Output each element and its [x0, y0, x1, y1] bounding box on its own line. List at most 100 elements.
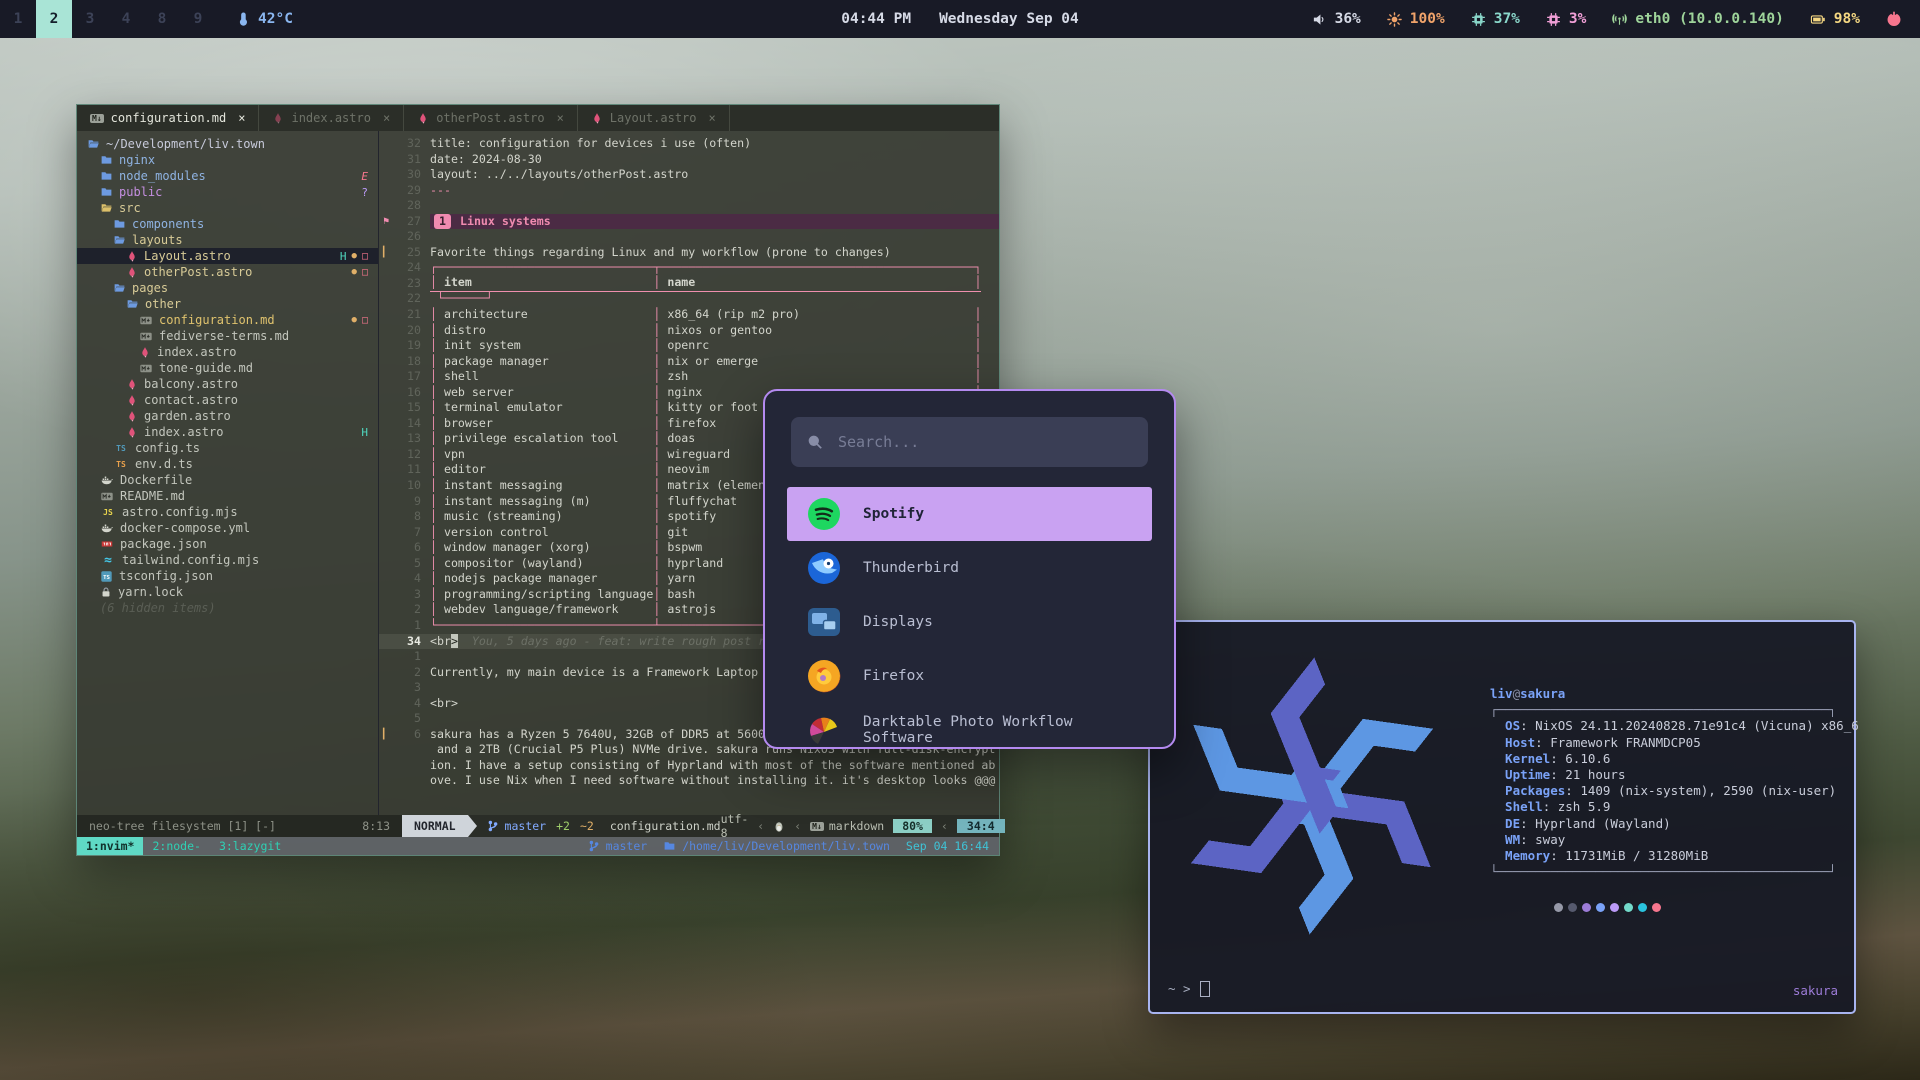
tree-item-Dockerfile[interactable]: Dockerfile [77, 472, 378, 488]
tmux-session-2:node-[interactable]: 2:node- [143, 837, 209, 855]
git-branch-icon [588, 840, 600, 852]
thermometer-icon [236, 12, 250, 27]
tree-item-other[interactable]: other [77, 296, 378, 312]
tree-item-public[interactable]: public? [77, 184, 378, 200]
close-tab-icon[interactable]: × [709, 111, 716, 125]
editor-tabline: M↓configuration.md×index.astro×otherPost… [77, 105, 999, 131]
clock[interactable]: 04:44 PM Wednesday Sep 04 [841, 11, 1079, 27]
tree-item-layouts[interactable]: layouts [77, 232, 378, 248]
tree-item-label: tone-guide.md [159, 361, 253, 375]
tree-item-Layout.astro[interactable]: Layout.astro H●□ [77, 248, 378, 264]
astro-icon [139, 346, 151, 359]
launcher-item-label: Displays [863, 614, 933, 630]
tree-item-nginx[interactable]: nginx [77, 152, 378, 168]
network-widget[interactable]: eth0 (10.0.0.140) [1612, 11, 1783, 27]
close-tab-icon[interactable]: × [557, 111, 564, 125]
gpu-widget[interactable]: 3% [1546, 11, 1586, 27]
tree-item-~/Development/liv.town[interactable]: ~/Development/liv.town [77, 136, 378, 152]
temperature-widget[interactable]: 42°C [236, 11, 293, 27]
tree-item-package.json[interactable]: package.json [77, 536, 378, 552]
workspace-button-2[interactable]: 2 [36, 0, 72, 38]
tree-item-label: Layout.astro [144, 249, 231, 263]
line-number: 8 [393, 509, 430, 525]
close-tab-icon[interactable]: × [238, 111, 245, 125]
tree-item-label: tsconfig.json [119, 569, 213, 583]
tree-item-index.astro[interactable]: index.astroH [77, 424, 378, 440]
tab-label: index.astro [291, 111, 370, 125]
tree-item-node_modules[interactable]: node_modulesE [77, 168, 378, 184]
darktable-icon [807, 713, 841, 747]
lock-icon [100, 586, 112, 598]
close-tab-icon[interactable]: × [383, 111, 390, 125]
tree-item-env.d.ts[interactable]: TSenv.d.ts [77, 456, 378, 472]
tmux-sessions: 1:nvim*2:node-3:lazygit [77, 837, 290, 855]
tree-item-(6 hidden items)[interactable]: (6 hidden items) [77, 600, 378, 616]
launcher-item-Firefox[interactable]: Firefox [787, 649, 1152, 703]
info-row-Host: Host: Framework FRANMDCP05 [1490, 735, 1854, 751]
workspace-button-9[interactable]: 9 [180, 0, 216, 38]
fetch-terminal-window[interactable]: liv@sakura┌─────────────────────────────… [1148, 620, 1856, 1014]
tree-item-fediverse-terms.md[interactable]: fediverse-terms.md [77, 328, 378, 344]
tree-item-components[interactable]: components [77, 216, 378, 232]
brightness-value: 100% [1410, 11, 1445, 27]
launcher-item-Thunderbird[interactable]: Thunderbird [787, 541, 1152, 595]
tree-item-config.ts[interactable]: TSconfig.ts [77, 440, 378, 456]
status-mark-H: H [361, 426, 368, 439]
folder-icon [113, 218, 126, 230]
tmux-session-3:lazygit[interactable]: 3:lazygit [210, 837, 290, 855]
launcher-search-box[interactable] [791, 417, 1148, 467]
launcher-item-Spotify[interactable]: Spotify [787, 487, 1152, 541]
search-input[interactable] [836, 432, 1132, 452]
folder-icon [100, 170, 113, 182]
tree-item-tailwind.config.mjs[interactable]: ≈tailwind.config.mjs [77, 552, 378, 568]
tree-item-tsconfig.json[interactable]: TStsconfig.json [77, 568, 378, 584]
cpu-widget[interactable]: 37% [1471, 11, 1520, 27]
brightness-widget[interactable]: 100% [1387, 11, 1445, 27]
tab-configuration.md[interactable]: M↓configuration.md× [77, 105, 259, 131]
tree-item-README.md[interactable]: README.md [77, 488, 378, 504]
change-sign-icon: ▎ [379, 245, 393, 261]
workspace-button-3[interactable]: 3 [72, 0, 108, 38]
buffer-line: 21│ architecture │ x86_64 (rip m2 pro) │ [379, 307, 999, 323]
line-content: title: configuration for devices i use (… [430, 136, 751, 152]
power-widget[interactable] [1886, 11, 1902, 27]
info-box-top-border: ┌───────────────────────────────────────… [1490, 702, 1854, 718]
line-number: 25 [393, 245, 430, 261]
table-header-line: 23│ item │ name │ [379, 276, 999, 292]
tree-item-docker-compose.yml[interactable]: docker-compose.yml [77, 520, 378, 536]
workspace-button-1[interactable]: 1 [0, 0, 36, 38]
tree-item-contact.astro[interactable]: contact.astro [77, 392, 378, 408]
launcher-item-Displays[interactable]: Displays [787, 595, 1152, 649]
tree-item-src[interactable]: src [77, 200, 378, 216]
tree-item-astro.config.mjs[interactable]: JSastro.config.mjs [77, 504, 378, 520]
volume-widget[interactable]: 36% [1312, 11, 1361, 27]
tmux-session-1:nvim*[interactable]: 1:nvim* [77, 837, 143, 855]
buffer-line: 29--- [379, 183, 999, 199]
status-mark-dot: ● [352, 267, 357, 277]
line-number: 4 [393, 696, 430, 712]
tab-Layout.astro[interactable]: Layout.astro× [578, 105, 730, 131]
battery-widget[interactable]: 98% [1810, 11, 1860, 27]
tree-item-tone-guide.md[interactable]: tone-guide.md [77, 360, 378, 376]
buffer-line: 26 [379, 229, 999, 245]
tree-item-index.astro[interactable]: index.astro [77, 344, 378, 360]
tree-item-otherPost.astro[interactable]: otherPost.astro●□ [77, 264, 378, 280]
line-number: 22 [393, 291, 430, 307]
heading-text: Linux systems [460, 214, 551, 228]
line-content: │ shell │ zsh │ [430, 369, 981, 385]
tree-item-balcony.astro[interactable]: balcony.astro [77, 376, 378, 392]
shell-prompt[interactable]: ~ > [1168, 981, 1210, 997]
tree-item-configuration.md[interactable]: configuration.md●□ [77, 312, 378, 328]
tree-item-yarn.lock[interactable]: yarn.lock [77, 584, 378, 600]
tree-item-marks: H●□ [340, 250, 368, 263]
line-number: 16 [393, 385, 430, 401]
tab-otherPost.astro[interactable]: otherPost.astro× [404, 105, 578, 131]
tab-index.astro[interactable]: index.astro × [259, 105, 404, 131]
workspace-button-4[interactable]: 4 [108, 0, 144, 38]
line-number: 21 [393, 307, 430, 323]
tree-item-label: yarn.lock [118, 585, 183, 599]
workspace-button-8[interactable]: 8 [144, 0, 180, 38]
launcher-item-Darktable Photo Workflow Software[interactable]: Darktable Photo Workflow Software [787, 703, 1152, 749]
tree-item-garden.astro[interactable]: garden.astro [77, 408, 378, 424]
tree-item-pages[interactable]: pages [77, 280, 378, 296]
